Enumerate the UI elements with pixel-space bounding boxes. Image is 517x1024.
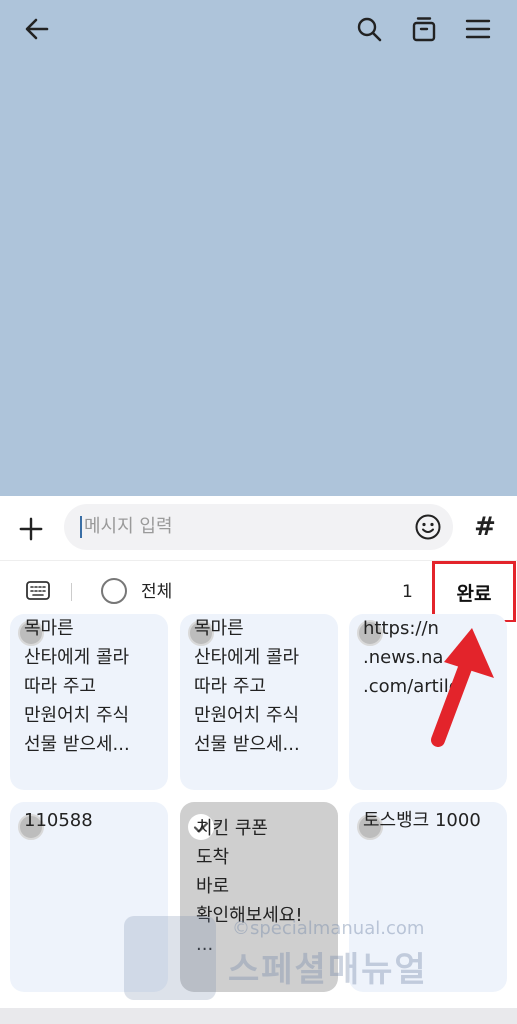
watermark-brand: 스페셜매뉴얼: [228, 950, 428, 990]
card-text: 목마른 산타에게 콜라 따라 주고 만원어치 주식 선물 받으세...: [194, 618, 300, 755]
back-button[interactable]: [20, 12, 54, 46]
message-input[interactable]: 메시지 입력: [64, 504, 453, 550]
card-text: 목마른 산타에게 콜라 따라 주고 만원어치 주식 선물 받으세...: [24, 618, 130, 755]
drawer-button[interactable]: [407, 12, 441, 46]
select-all-radio[interactable]: [101, 578, 127, 604]
text-caret: [80, 516, 82, 538]
message-placeholder: 메시지 입력: [84, 516, 173, 537]
watermark-url: ©specialmanual.com: [232, 918, 425, 939]
add-button[interactable]: [14, 512, 48, 546]
selection-bar: 전체 1 완료: [0, 560, 517, 623]
card-text: 110588: [24, 810, 93, 831]
search-button[interactable]: [352, 12, 386, 46]
drawer-icon: [412, 17, 436, 42]
hashtag-button[interactable]: #: [468, 510, 502, 544]
back-arrow-icon: [25, 18, 49, 40]
selected-count: 1: [402, 582, 413, 602]
plus-icon: [19, 517, 43, 541]
message-card[interactable]: 목마른 산타에게 콜라 따라 주고 만원어치 주식 선물 받으세...: [10, 614, 168, 790]
select-all-label: 전체: [141, 582, 173, 602]
menu-icon: [465, 19, 491, 39]
card-text: 토스뱅크 1000: [363, 810, 481, 831]
bottom-strip: [0, 1008, 517, 1024]
chat-background: [0, 0, 517, 496]
menu-button[interactable]: [461, 12, 495, 46]
message-input-row: 메시지 입력 #: [0, 496, 517, 560]
search-icon: [357, 17, 382, 42]
message-card[interactable]: 목마른 산타에게 콜라 따라 주고 만원어치 주식 선물 받으세...: [180, 614, 338, 790]
top-bar: [0, 0, 517, 60]
watermark-logo: [124, 916, 216, 1000]
emoji-icon[interactable]: [415, 514, 441, 540]
red-arrow-annotation: [431, 628, 494, 747]
keyboard-icon[interactable]: [26, 580, 50, 602]
divider: [71, 583, 72, 601]
